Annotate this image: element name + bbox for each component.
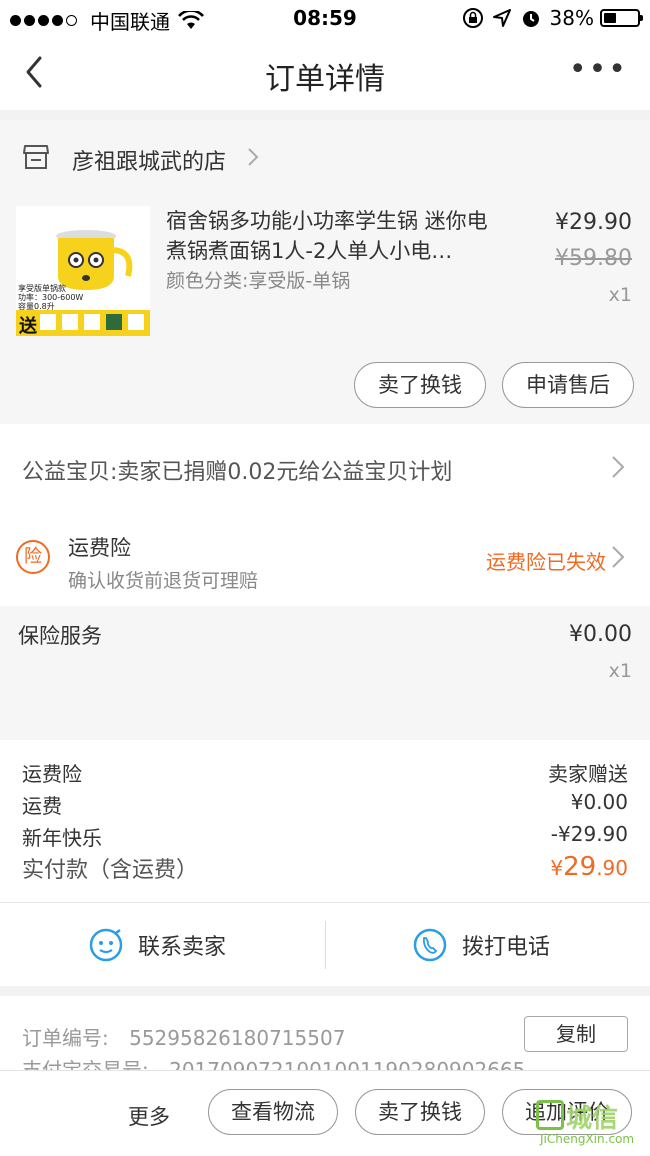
insurance-badge-icon: 险	[16, 540, 50, 574]
alipay-number-label: 支付宝交易号:	[22, 1058, 149, 1070]
call-phone-label: 拨打电话	[462, 935, 551, 960]
bottom-action-bar: 更多 查看物流 卖了换钱 追加评价 城信 JiChengXin.com	[0, 1070, 650, 1156]
summary-row: 运费险 卖家赠送	[22, 758, 628, 787]
summary-label: 运费险	[22, 762, 82, 786]
shipping-insurance-subtitle: 确认收货前退货可理赔	[68, 570, 259, 592]
shipping-insurance-title: 运费险	[68, 536, 131, 560]
summary-row: 新年快乐 -¥29.90	[22, 822, 628, 851]
chevron-right-icon	[248, 148, 259, 166]
battery-percent: 38%	[549, 6, 594, 30]
chevron-right-icon	[612, 456, 625, 478]
more-menu-icon[interactable]: •••	[569, 55, 628, 85]
thumb-caption-3: 容量0.8升	[18, 302, 55, 311]
shipping-insurance-row[interactable]: 险 运费险 确认收货前退货可理赔 运费险已失效	[0, 508, 650, 606]
price-summary: 运费险 卖家赠送 运费 ¥0.00 新年快乐 -¥29.90 实付款（含运费） …	[0, 740, 650, 902]
total-decimal: .90	[596, 856, 628, 880]
after-sale-button[interactable]: 申请售后	[502, 362, 634, 408]
thumb-gift-label: 送	[19, 316, 37, 336]
rotation-lock-icon	[462, 8, 483, 28]
order-number: 55295826180715507	[129, 1026, 346, 1050]
product-spec: 颜色分类:享受版-单锅	[166, 270, 351, 292]
summary-label: 新年快乐	[22, 826, 102, 850]
product-card[interactable]: 享受版单锅款 功率：300-600W 容量0.8升 送 宿舍锅多功能小功率学生锅…	[0, 196, 650, 424]
product-quantity: x1	[608, 284, 632, 306]
charity-text: 公益宝贝:卖家已捐赠0.02元给公益宝贝计划	[22, 460, 453, 485]
divider	[325, 921, 326, 969]
nav-bar: 订单详情 •••	[0, 36, 650, 110]
shop-name: 彦祖跟城武的店	[72, 150, 227, 175]
chat-bubble-icon	[89, 928, 123, 962]
product-original-price: ¥59.80	[555, 246, 632, 271]
page-title: 订单详情	[265, 62, 385, 97]
thumb-caption-1: 享受版单锅款	[18, 284, 66, 293]
chevron-right-icon	[612, 546, 625, 568]
total-paid-amount: ¥29.90	[550, 852, 628, 882]
thumb-caption-2: 功率：300-600W	[18, 293, 84, 302]
order-info: 订单编号: 55295826180715507 支付宝交易号: 20170907…	[0, 996, 650, 1070]
summary-value: 卖家赠送	[548, 762, 628, 786]
contact-seller-button[interactable]: 联系卖家	[88, 927, 226, 963]
insurance-service-label: 保险服务	[18, 624, 102, 648]
more-button[interactable]: 更多	[128, 1101, 170, 1131]
alipay-number-row: 支付宝交易号: 2017090721001001190280902665	[22, 1054, 525, 1070]
total-paid-row: 实付款（含运费） ¥29.90	[22, 852, 628, 884]
location-icon	[492, 9, 511, 27]
status-bar: 中国联通 08:59 38%	[0, 0, 650, 36]
summary-row: 运费 ¥0.00	[22, 790, 628, 819]
product-title: 宿舍锅多功能小功率学生锅 迷你电煮锅煮面锅1人-2人单人小电…	[166, 209, 488, 263]
contact-seller-label: 联系卖家	[138, 935, 227, 960]
phone-icon	[413, 928, 447, 962]
order-number-label: 订单编号:	[22, 1026, 109, 1050]
product-image: 享受版单锅款 功率：300-600W 容量0.8升 送	[16, 206, 150, 336]
call-phone-button[interactable]: 拨打电话	[412, 927, 550, 963]
insurance-service-price: ¥0.00	[569, 622, 632, 647]
watermark-brand: 城信	[566, 1104, 619, 1134]
insurance-service-quantity: x1	[608, 660, 632, 682]
alipay-number: 2017090721001001190280902665	[169, 1058, 526, 1070]
copy-button[interactable]: 复制	[524, 1016, 628, 1052]
shop-row[interactable]: 彦祖跟城武的店	[0, 120, 650, 196]
store-icon	[23, 145, 49, 169]
order-number-row: 订单编号: 55295826180715507	[22, 1022, 345, 1051]
contact-bar: 联系卖家 拨打电话	[0, 902, 650, 986]
total-paid-label: 实付款（含运费）	[22, 858, 199, 883]
view-logistics-button[interactable]: 查看物流	[208, 1089, 338, 1135]
watermark-logo-icon	[536, 1100, 564, 1130]
summary-value: ¥0.00	[570, 790, 628, 814]
battery-icon	[600, 9, 643, 27]
charity-row[interactable]: 公益宝贝:卖家已捐赠0.02元给公益宝贝计划	[0, 424, 650, 508]
total-currency: ¥	[550, 856, 564, 880]
shipping-insurance-status: 运费险已失效	[486, 550, 606, 574]
site-watermark: 城信 JiChengXin.com	[532, 1096, 644, 1152]
summary-label: 运费	[22, 794, 62, 818]
sell-for-cash-button[interactable]: 卖了换钱	[354, 362, 486, 408]
alarm-icon	[522, 11, 539, 27]
product-price: ¥29.90	[555, 210, 632, 235]
total-integer: 29	[563, 852, 597, 882]
watermark-site: JiChengXin.com	[540, 1132, 635, 1146]
insurance-service-row: 保险服务 ¥0.00 x1	[0, 606, 650, 740]
sell-for-cash-button-bottom[interactable]: 卖了换钱	[355, 1089, 485, 1135]
summary-value: -¥29.90	[550, 822, 628, 846]
